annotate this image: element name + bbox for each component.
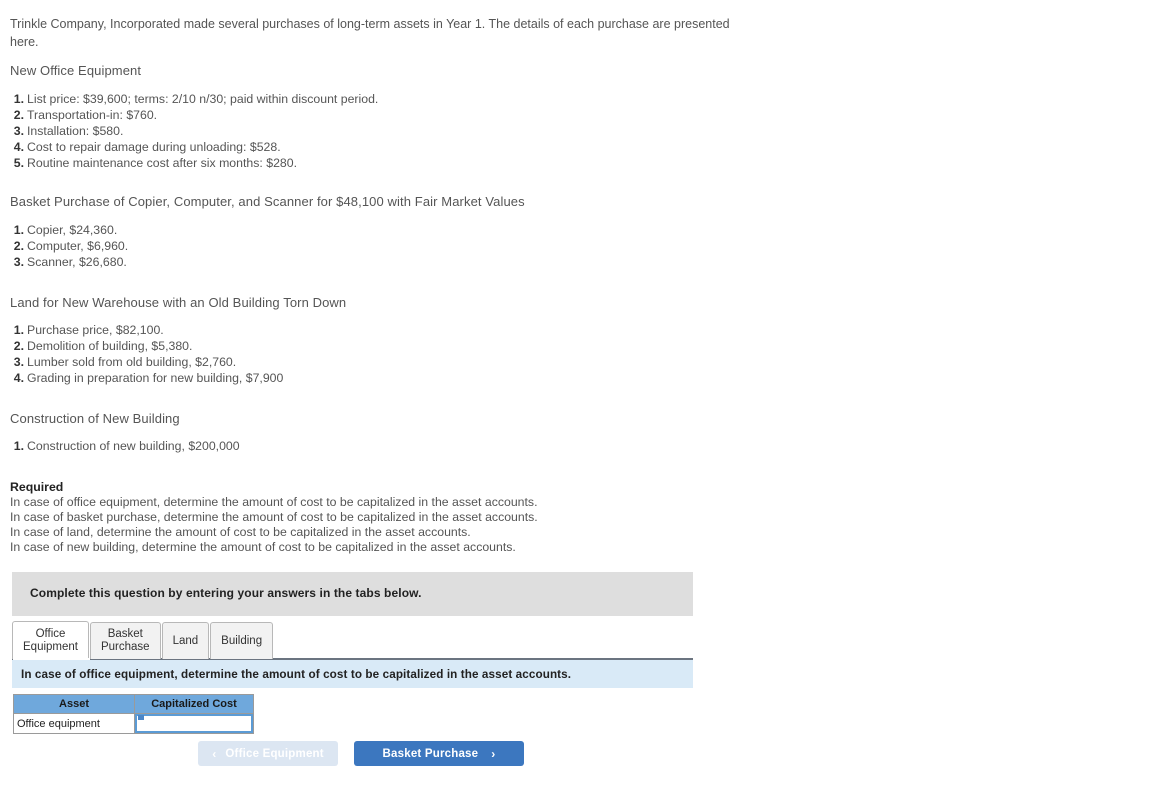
list-item: 2. Demolition of building, $5,380.: [10, 338, 283, 354]
section-heading-office-equipment: New Office Equipment: [10, 63, 142, 78]
section-heading-basket-purchase: Basket Purchase of Copier, Computer, and…: [10, 194, 525, 209]
list-text: Construction of new building, $200,000: [27, 439, 240, 453]
list-number: 3.: [13, 124, 24, 138]
prev-tab-button[interactable]: ‹ Office Equipment: [198, 741, 338, 766]
list-text: Copier, $24,360.: [27, 223, 118, 237]
list-number: 2.: [13, 239, 24, 253]
list-text: Lumber sold from old building, $2,760.: [27, 355, 237, 369]
capitalized-cost-input[interactable]: [135, 714, 253, 733]
list-item: 5. Routine maintenance cost after six mon…: [10, 155, 378, 171]
section-list-land: 1. Purchase price, $82,100. 2. Demolition …: [10, 322, 284, 386]
list-number: 5.: [13, 156, 24, 170]
tab-label-line1: Basket: [107, 628, 143, 640]
question-page: Trinkle Company, Incorporated made sever…: [0, 0, 1152, 791]
list-item: 2. Transportation-in: $760.: [10, 107, 378, 123]
section-list-basket-purchase: 1. Copier, $24,360. 2. Computer, $6,960. 3…: [10, 222, 128, 270]
next-tab-button[interactable]: Basket Purchase ›: [354, 741, 524, 766]
list-text: Grading in preparation for new building,…: [27, 371, 284, 385]
instruction-banner-text: Complete this question by entering your …: [30, 586, 422, 600]
tab-label-line2: Equipment: [23, 640, 78, 653]
list-item: 1. Copier, $24,360.: [10, 222, 128, 238]
tab-office-equipment[interactable]: Office Equipment: [12, 621, 89, 659]
required-title: Required: [10, 480, 64, 494]
table-header-row: Asset Capitalized Cost: [13, 694, 254, 714]
list-item: 1. Construction of new building, $200,000: [10, 438, 240, 454]
list-number: 1.: [13, 439, 24, 453]
list-item: 3. Installation: $580.: [10, 123, 378, 139]
list-number: 3.: [13, 355, 24, 369]
required-line: In case of land, determine the amount of…: [10, 525, 471, 539]
list-text: Scanner, $26,680.: [27, 255, 127, 269]
list-text: List price: $39,600; terms: 2/10 n/30; p…: [27, 92, 379, 106]
tab-building[interactable]: Building: [210, 622, 274, 659]
list-item: 3. Scanner, $26,680.: [10, 254, 128, 270]
list-text: Transportation-in: $760.: [27, 108, 158, 122]
tab-land[interactable]: Land: [161, 622, 210, 659]
list-item: 1. Purchase price, $82,100.: [10, 322, 283, 338]
list-item: 2. Computer, $6,960.: [10, 238, 128, 254]
answer-table: Asset Capitalized Cost Office equipment: [13, 694, 254, 734]
cell-capitalized-cost[interactable]: [134, 713, 254, 734]
instruction-banner: Complete this question by entering your …: [12, 572, 693, 616]
chevron-right-icon: ›: [491, 746, 496, 761]
intro-paragraph: Trinkle Company, Incorporated made sever…: [10, 17, 730, 49]
answer-table-head: Asset Capitalized Cost: [13, 694, 254, 714]
tab-label-line1: Office: [35, 627, 66, 640]
section-heading-construction: Construction of New Building: [10, 411, 180, 426]
required-line: In case of new building, determine the a…: [10, 540, 516, 554]
section-list-office-equipment: 1. List price: $39,600; terms: 2/10 n/30;…: [10, 91, 379, 171]
prev-tab-label: Office Equipment: [225, 747, 324, 760]
required-line: In case of office equipment, determine t…: [10, 495, 538, 509]
list-item: 4. Grading in preparation for new buildin…: [10, 370, 284, 386]
list-item: 3. Lumber sold from old building, $2,760.: [10, 354, 283, 370]
list-number: 3.: [13, 255, 24, 269]
list-text: Computer, $6,960.: [27, 239, 129, 253]
tab-label-line1: Building: [221, 634, 263, 647]
list-number: 4.: [13, 140, 24, 154]
tab-basket-purchase[interactable]: Basket Purchase: [89, 622, 161, 659]
section-heading-land: Land for New Warehouse with an Old Build…: [10, 295, 347, 310]
tab-navigation: ‹ Office Equipment Basket Purchase ›: [198, 741, 524, 766]
list-number: 1.: [13, 223, 24, 237]
required-block: Required In case of office equipment, de…: [10, 480, 538, 555]
list-number: 1.: [13, 92, 24, 106]
section-list-construction: 1. Construction of new building, $200,000: [10, 438, 240, 454]
required-line: In case of basket purchase, determine th…: [10, 510, 538, 524]
list-text: Purchase price, $82,100.: [27, 323, 164, 337]
list-text: Routine maintenance cost after six month…: [27, 156, 297, 170]
next-tab-label: Basket Purchase: [382, 747, 479, 760]
list-number: 2.: [13, 108, 24, 122]
tab-label-line1: Land: [172, 634, 199, 647]
tabs-active-underline-gap: [13, 658, 90, 660]
list-number: 4.: [13, 371, 24, 385]
list-item: 4. Cost to repair damage during unloading…: [10, 139, 378, 155]
tab-instruction-text: In case of office equipment, determine t…: [21, 668, 572, 681]
list-text: Installation: $580.: [27, 124, 124, 138]
column-header-asset: Asset: [13, 694, 135, 714]
answer-tabs: Office Equipment Basket Purchase Land Bu…: [12, 621, 274, 659]
list-number: 1.: [13, 323, 24, 337]
tab-label-line2: Purchase: [100, 641, 150, 653]
tab-instruction-bar: In case of office equipment, determine t…: [12, 660, 693, 688]
list-number: 2.: [13, 339, 24, 353]
list-text: Demolition of building, $5,380.: [27, 339, 193, 353]
list-item: 1. List price: $39,600; terms: 2/10 n/30;…: [10, 91, 379, 107]
column-header-capitalized-cost: Capitalized Cost: [134, 694, 254, 714]
answer-table-body: Office equipment: [13, 713, 254, 734]
table-row: Office equipment: [13, 713, 254, 734]
chevron-left-icon: ‹: [212, 746, 217, 761]
cell-asset-name: Office equipment: [13, 713, 135, 734]
list-text: Cost to repair damage during unloading: …: [27, 140, 281, 154]
